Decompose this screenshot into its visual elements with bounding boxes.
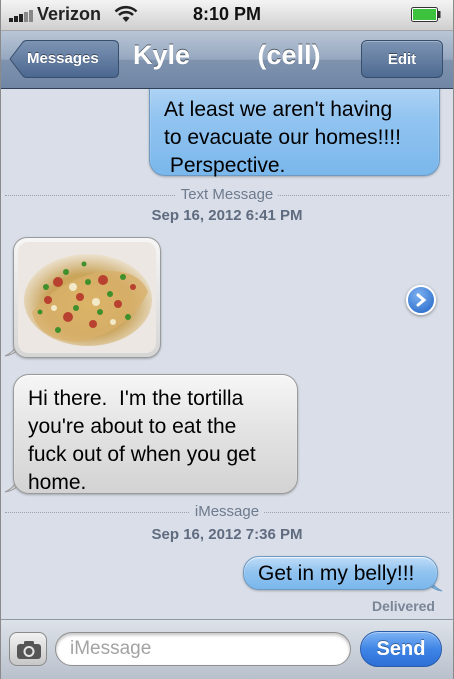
camera-icon — [17, 641, 41, 659]
imessage-input[interactable] — [55, 632, 351, 666]
send-button[interactable]: Send — [360, 631, 442, 667]
message-line: At least we aren't having — [164, 98, 393, 121]
message-line: home. — [28, 471, 87, 494]
back-button-label: Messages — [27, 50, 99, 67]
forward-arrow-button[interactable] — [406, 285, 436, 315]
divider-label: Text Message — [175, 186, 279, 203]
message-input-bar: Send — [1, 619, 453, 679]
conversation-title: Kyle (cell) — [133, 40, 321, 70]
message-line: to evacuate our homes!!!! — [164, 126, 401, 149]
message-timestamp: Sep 16, 2012 7:36 PM — [151, 526, 303, 543]
navigation-bar: Messages Kyle (cell) Edit — [1, 31, 453, 89]
edit-button[interactable]: Edit — [361, 40, 443, 78]
imessage-divider: iMessage — [1, 502, 453, 522]
status-bar: Verizon 8:10 PM — [1, 0, 453, 31]
chevron-right-icon — [416, 293, 427, 307]
incoming-photo-bubble[interactable] — [13, 237, 161, 358]
battery-icon — [411, 7, 441, 22]
incoming-message-bubble[interactable]: Hi there. I'm the tortilla you're about … — [13, 374, 298, 494]
divider-label: iMessage — [189, 503, 265, 520]
conversation-thread[interactable]: At least we aren't having to evacuate ou… — [1, 89, 453, 619]
messages-back-button[interactable]: Messages — [9, 40, 119, 78]
message-timestamp: Sep 16, 2012 6:41 PM — [151, 207, 303, 224]
food-photo-thumbnail — [18, 242, 156, 353]
outgoing-message-bubble[interactable]: At least we aren't having to evacuate ou… — [149, 89, 440, 177]
text-message-divider: Text Message — [1, 185, 453, 205]
message-line: fuck out of when you get — [28, 443, 256, 466]
message-line: Hi there. I'm the tortilla — [28, 387, 244, 410]
camera-button[interactable] — [9, 632, 47, 666]
message-line: you're about to eat the — [28, 415, 237, 438]
message-line: Perspective. — [164, 154, 286, 177]
messages-screen: Verizon 8:10 PM Messages Kyle (cell) Edi… — [0, 0, 454, 679]
delivery-status: Delivered — [371, 598, 435, 614]
status-time: 8:10 PM — [192, 4, 262, 24]
outgoing-message-bubble[interactable]: Get in my belly!!! — [243, 556, 438, 590]
